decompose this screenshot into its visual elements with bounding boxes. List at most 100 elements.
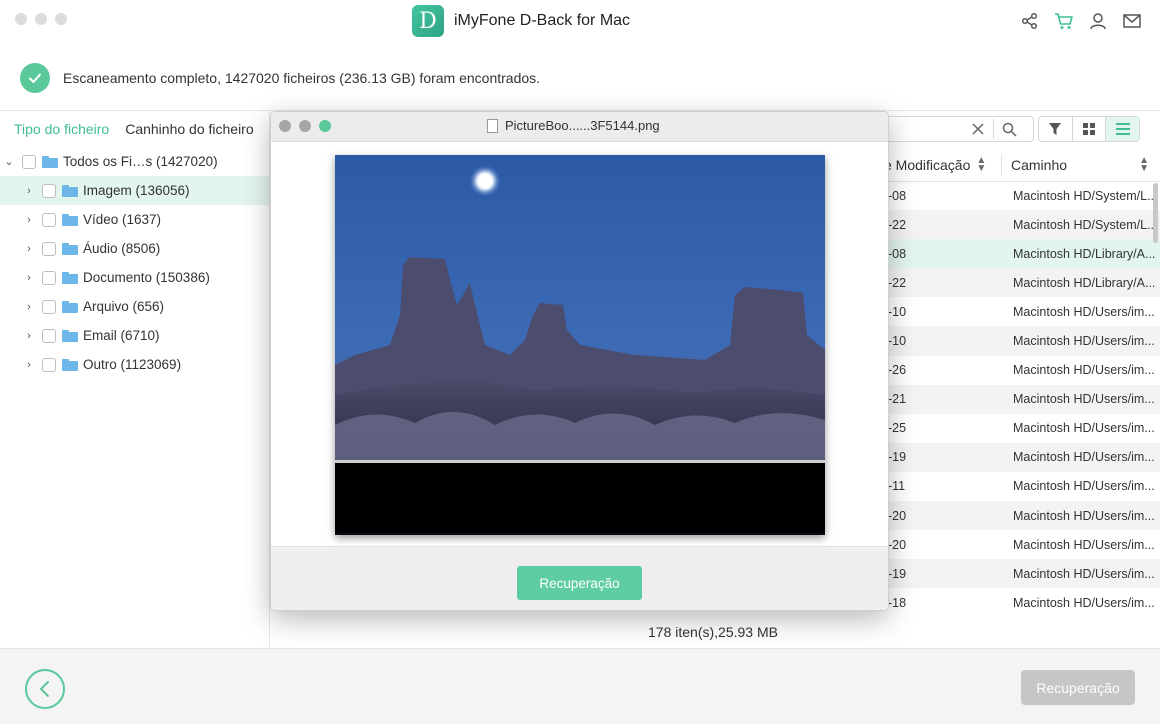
chevron-right-icon[interactable]: › bbox=[24, 272, 34, 284]
list-view-icon[interactable] bbox=[1106, 117, 1140, 141]
chevron-right-icon[interactable]: › bbox=[24, 185, 34, 197]
toolbar-icons bbox=[1020, 10, 1142, 32]
row-date: -21 bbox=[888, 392, 907, 407]
folder-icon bbox=[62, 213, 78, 226]
row-path: Macintosh HD/Users/im... bbox=[1013, 537, 1155, 552]
sort-icon[interactable]: ▲ ▼ bbox=[976, 156, 986, 174]
folder-icon bbox=[62, 271, 78, 284]
tree-item-email[interactable]: › Email (6710) bbox=[0, 321, 269, 350]
folder-icon bbox=[62, 358, 78, 371]
checkbox[interactable] bbox=[42, 328, 56, 343]
checkbox[interactable] bbox=[42, 212, 56, 227]
row-date: -22 bbox=[888, 217, 907, 232]
tree-root[interactable]: ⌄ Todos os Fi…s (1427020) bbox=[0, 147, 269, 176]
row-path: Macintosh HD/System/L... bbox=[1013, 217, 1158, 232]
tree-item-label: Vídeo (1637) bbox=[83, 212, 162, 227]
row-path: Macintosh HD/Users/im... bbox=[1013, 508, 1155, 523]
checkbox[interactable] bbox=[42, 241, 56, 256]
cart-icon[interactable] bbox=[1054, 10, 1074, 32]
chevron-right-icon[interactable]: › bbox=[24, 330, 34, 342]
tree-item-video[interactable]: › Vídeo (1637) bbox=[0, 205, 269, 234]
chevron-right-icon[interactable]: › bbox=[24, 301, 34, 313]
recover-button[interactable]: Recuperação bbox=[1021, 670, 1135, 705]
checkbox[interactable] bbox=[42, 299, 56, 314]
row-path: Macintosh HD/Users/im... bbox=[1013, 566, 1155, 581]
row-path: Macintosh HD/Users/im... bbox=[1013, 334, 1155, 349]
preview-title-bar: PictureBoo......3F5144.png bbox=[271, 112, 888, 142]
clear-icon[interactable] bbox=[971, 122, 985, 141]
row-date: -26 bbox=[888, 363, 907, 378]
row-path: Macintosh HD/Users/im... bbox=[1013, 421, 1155, 436]
search-input[interactable] bbox=[884, 116, 1034, 142]
status-message: Escaneamento completo, 1427020 ficheiros… bbox=[63, 70, 541, 86]
table-scrollbar[interactable] bbox=[1153, 183, 1158, 243]
tree-item-arquivo[interactable]: › Arquivo (656) bbox=[0, 292, 269, 321]
tab-file-type[interactable]: Tipo do ficheiro bbox=[14, 121, 109, 137]
app-name: iMyFone D-Back for Mac bbox=[454, 12, 631, 29]
preview-recover-button[interactable]: Recuperação bbox=[517, 566, 642, 600]
tree-item-label: Outro (1123069) bbox=[83, 357, 182, 372]
search-icon[interactable] bbox=[1002, 122, 1017, 142]
scan-status: Escaneamento completo, 1427020 ficheiros… bbox=[0, 52, 1160, 104]
row-date: -22 bbox=[888, 275, 907, 290]
window-zoom-button[interactable] bbox=[55, 13, 67, 25]
row-path: Macintosh HD/Users/im... bbox=[1013, 595, 1155, 610]
back-button[interactable] bbox=[25, 669, 65, 709]
chevron-right-icon[interactable]: › bbox=[24, 214, 34, 226]
preview-footer: Recuperação bbox=[271, 546, 888, 610]
preview-zoom-button[interactable] bbox=[319, 120, 331, 132]
folder-icon bbox=[62, 184, 78, 197]
row-date: -08 bbox=[888, 188, 907, 203]
preview-window: PictureBoo......3F5144.png Recuperação bbox=[270, 111, 889, 611]
check-icon bbox=[20, 63, 50, 93]
tree-item-label: Arquivo (656) bbox=[83, 299, 165, 314]
checkbox[interactable] bbox=[22, 154, 36, 169]
tree-item-imagem[interactable]: › Imagem (136056) bbox=[0, 176, 269, 205]
file-type-sidebar: Tipo do ficheiro Canhinho do ficheiro ⌄ … bbox=[0, 110, 270, 648]
preview-minimize-button[interactable] bbox=[299, 120, 311, 132]
folder-icon bbox=[62, 242, 78, 255]
tree-item-outro[interactable]: › Outro (1123069) bbox=[0, 350, 269, 379]
user-icon[interactable] bbox=[1088, 10, 1108, 32]
tree-root-label: Todos os Fi…s (1427020) bbox=[63, 154, 218, 169]
filter-icon[interactable] bbox=[1039, 117, 1073, 141]
preview-body bbox=[271, 143, 888, 546]
mail-icon[interactable] bbox=[1122, 10, 1142, 32]
preview-close-button[interactable] bbox=[279, 120, 291, 132]
chevron-right-icon[interactable]: › bbox=[24, 243, 34, 255]
column-header-label: e Modificação bbox=[884, 157, 971, 173]
item-count: 178 iten(s),25.93 MB bbox=[648, 624, 778, 640]
view-toggle bbox=[1038, 116, 1140, 142]
tree-item-label: Documento (150386) bbox=[83, 270, 210, 285]
column-header-path[interactable]: Caminho ▲ ▼ bbox=[1011, 149, 1151, 181]
row-path: Macintosh HD/Users/im... bbox=[1013, 363, 1155, 378]
tree-item-label: Imagem (136056) bbox=[83, 183, 190, 198]
row-date: -11 bbox=[888, 479, 906, 494]
grid-view-icon[interactable] bbox=[1073, 117, 1107, 141]
tree-item-documento[interactable]: › Documento (150386) bbox=[0, 263, 269, 292]
checkbox[interactable] bbox=[42, 270, 56, 285]
chevron-right-icon[interactable]: › bbox=[24, 359, 34, 371]
share-icon[interactable] bbox=[1020, 10, 1040, 32]
row-date: -18 bbox=[888, 595, 907, 610]
window-close-button[interactable] bbox=[15, 13, 27, 25]
sidebar-tabs: Tipo do ficheiro Canhinho do ficheiro bbox=[0, 111, 269, 147]
row-path: Macintosh HD/System/L... bbox=[1013, 188, 1158, 203]
checkbox[interactable] bbox=[42, 357, 56, 372]
window-minimize-button[interactable] bbox=[35, 13, 47, 25]
tree-item-audio[interactable]: › Áudio (8506) bbox=[0, 234, 269, 263]
preview-filename: PictureBoo......3F5144.png bbox=[505, 118, 660, 133]
row-date: -20 bbox=[888, 537, 907, 552]
row-path: Macintosh HD/Library/A... bbox=[1013, 246, 1156, 261]
row-date: -25 bbox=[888, 421, 907, 436]
chevron-down-icon[interactable]: ⌄ bbox=[4, 155, 14, 168]
row-path: Macintosh HD/Users/im... bbox=[1013, 479, 1155, 494]
row-date: -19 bbox=[888, 566, 907, 581]
row-path: Macintosh HD/Users/im... bbox=[1013, 450, 1155, 465]
row-date: -10 bbox=[888, 334, 907, 349]
column-header-modified[interactable]: e Modificação ▲ ▼ bbox=[884, 149, 986, 181]
row-path: Macintosh HD/Users/im... bbox=[1013, 304, 1155, 319]
sort-icon[interactable]: ▲ ▼ bbox=[1139, 156, 1149, 174]
checkbox[interactable] bbox=[42, 183, 56, 198]
tab-file-path[interactable]: Canhinho do ficheiro bbox=[125, 121, 253, 137]
